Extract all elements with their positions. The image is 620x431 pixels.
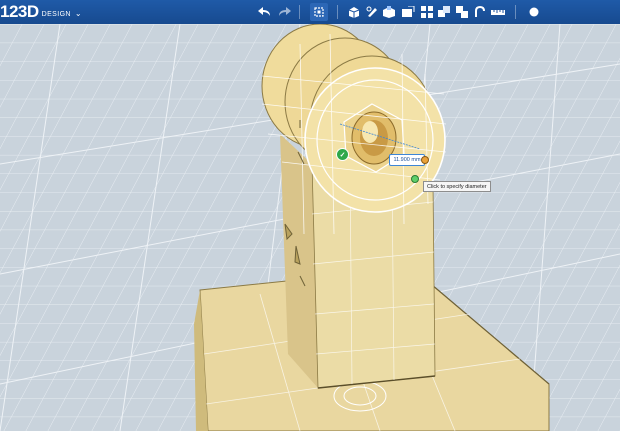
dimension-grip-handle[interactable] bbox=[421, 156, 429, 164]
diameter-input[interactable]: 11.900 mm bbox=[389, 154, 425, 166]
pattern-icon bbox=[421, 6, 433, 18]
sketch-button[interactable] bbox=[365, 3, 379, 21]
group-icon bbox=[438, 6, 450, 17]
modify-button[interactable] bbox=[400, 3, 416, 21]
undo-icon bbox=[258, 7, 270, 16]
material-icon bbox=[529, 7, 539, 17]
toolbar-separator bbox=[299, 5, 300, 19]
material-button[interactable] bbox=[527, 3, 541, 21]
transform-button[interactable] bbox=[310, 3, 328, 21]
3d-viewport[interactable]: ✓ 11.900 mm Click to specify diameter bbox=[0, 24, 620, 431]
main-toolbar: 123D DESIGN ⌄ bbox=[0, 0, 620, 24]
toolbar-separator bbox=[337, 5, 338, 19]
snap-button[interactable] bbox=[473, 3, 487, 21]
construct-button[interactable] bbox=[381, 3, 397, 21]
construct-icon bbox=[383, 6, 395, 18]
sketch-icon bbox=[366, 6, 377, 17]
measure-icon bbox=[491, 10, 505, 15]
confirm-dimension-button[interactable]: ✓ bbox=[336, 148, 349, 161]
undo-button[interactable] bbox=[257, 3, 273, 21]
transform-icon bbox=[314, 7, 324, 17]
scene[interactable] bbox=[0, 24, 620, 431]
group-button[interactable] bbox=[437, 3, 451, 21]
app-logo-word: DESIGN bbox=[41, 11, 71, 18]
modify-icon bbox=[402, 6, 415, 17]
chevron-down-icon: ⌄ bbox=[74, 9, 82, 18]
toolbar-separator bbox=[515, 5, 516, 19]
measure-button[interactable] bbox=[490, 3, 506, 21]
combine-icon bbox=[456, 6, 468, 18]
snap-icon bbox=[475, 6, 485, 17]
combine-button[interactable] bbox=[455, 3, 469, 21]
app-logo: 123D bbox=[0, 2, 39, 21]
primitives-button[interactable] bbox=[346, 3, 362, 21]
redo-button[interactable] bbox=[276, 3, 292, 21]
checkmark-icon: ✓ bbox=[339, 151, 346, 159]
app-menu-button[interactable]: 123D DESIGN ⌄ bbox=[0, 2, 82, 22]
diameter-drag-handle[interactable] bbox=[411, 175, 419, 183]
pattern-button[interactable] bbox=[420, 3, 434, 21]
tooltip: Click to specify diameter bbox=[423, 181, 491, 192]
redo-icon bbox=[279, 7, 291, 16]
primitives-icon bbox=[348, 7, 360, 18]
